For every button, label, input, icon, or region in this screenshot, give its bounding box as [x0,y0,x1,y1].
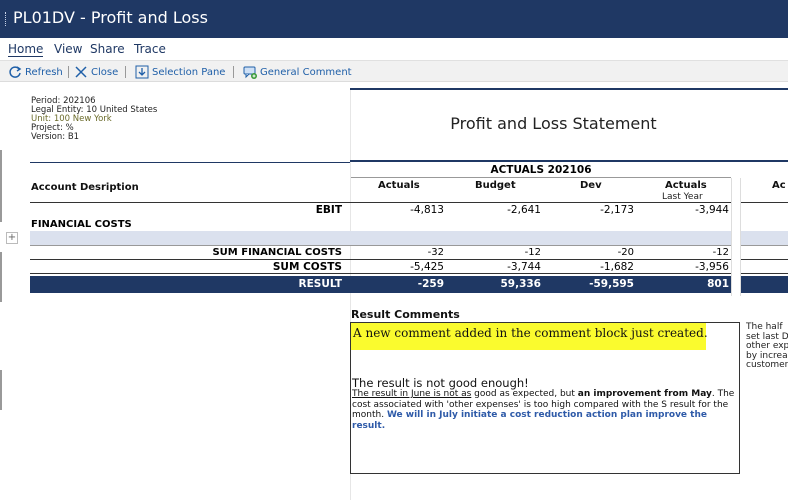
sfc-actuals[interactable]: -32 [360,247,444,258]
row-header: Account Desription [31,182,139,193]
group-header: ACTUALS 202106 [490,164,592,176]
col-actuals: Actuals [378,180,420,191]
toolbar: Refresh Close Selection Pane General Com… [0,60,788,82]
col-budget: Budget [475,180,516,191]
menu-share[interactable]: Share [90,42,125,56]
col-next: Ac [772,180,786,191]
result-last-year[interactable]: 801 [645,278,729,290]
comments-title: Result Comments [351,308,460,321]
col-actuals-last-year: Actuals [665,180,707,191]
ebit-last-year[interactable]: -3,944 [645,204,729,216]
comment-body: The result in June is not as good as exp… [352,389,738,431]
sfc-last-year[interactable]: -12 [645,247,729,258]
sfc-budget[interactable]: -12 [460,247,541,258]
result-dev[interactable]: -59,595 [556,278,634,290]
refresh-button[interactable]: Refresh [8,65,63,79]
general-comment-label: General Comment [260,66,352,78]
header-rule [30,162,350,163]
row-label-result: RESULT [298,278,342,290]
ebit-budget[interactable]: -2,641 [460,204,541,216]
comment-text-1: good as expected, but [471,389,578,399]
result-actuals[interactable]: -259 [360,278,444,290]
row-label-financial-costs: FINANCIAL COSTS [31,219,132,230]
refresh-icon [9,66,22,78]
highlighted-comment-text: A new comment added in the comment block… [353,326,708,340]
comment-headline: The result is not good enough! [352,376,529,390]
expand-icon[interactable]: + [6,232,18,244]
menu-home[interactable]: Home [8,42,44,57]
col-dev: Dev [580,180,602,191]
sc-dev[interactable]: -1,682 [556,261,634,273]
close-button[interactable]: Close [74,65,118,79]
sc-budget[interactable]: -3,744 [460,261,541,273]
menu-trace[interactable]: Trace [134,42,166,56]
row-label-sum-financial-costs: SUM FINANCIAL COSTS [212,247,342,258]
comment-bold: an improvement from May [577,389,712,399]
title-bar: PL01DV - Profit and Loss [0,0,788,38]
comment-icon [243,66,257,79]
row-rule [30,245,788,246]
result-budget[interactable]: 59,336 [460,278,541,290]
row-label-ebit: EBIT [315,204,342,216]
grip-icon [5,12,7,26]
report-context: Period: 202106 Legal Entity: 10 United S… [31,97,157,142]
column-gap [731,178,741,296]
comment-box[interactable]: A new comment added in the comment block… [350,322,740,474]
general-comment-button[interactable]: General Comment [243,65,352,79]
menu-view[interactable]: View [54,42,82,56]
row-rule [30,259,788,260]
left-edge [0,82,4,500]
report-title-rule [350,160,788,162]
report-top-rule [350,88,788,90]
toolbar-separator [68,66,69,78]
close-icon [75,66,87,78]
row-label-sum-costs: SUM COSTS [272,261,342,273]
comment-blue: We will in July initiate a cost reductio… [352,410,707,431]
window-title: PL01DV - Profit and Loss [13,8,208,27]
ebit-actuals[interactable]: -4,813 [360,204,444,216]
group-header-rule [351,177,731,178]
comment-underlined: The result in June is not as [352,389,472,399]
side-comment[interactable]: The half set last D other exp by increa … [746,322,788,371]
selection-pane-button[interactable]: Selection Pane [135,65,225,79]
report-title: Profit and Loss Statement [450,114,657,133]
toolbar-separator [125,66,126,78]
ebit-dev[interactable]: -2,173 [556,204,634,216]
sc-last-year[interactable]: -3,956 [645,261,729,273]
selection-pane-label: Selection Pane [152,66,226,78]
row-rule [30,273,788,274]
last-year-label: Last Year [662,192,703,202]
version-label: Version: B1 [31,132,80,142]
sfc-dev[interactable]: -20 [556,247,634,258]
toolbar-separator [233,66,234,78]
sc-actuals[interactable]: -5,425 [360,261,444,273]
expand-band [30,231,788,245]
selection-pane-icon [135,65,149,79]
header-separator [30,202,788,203]
refresh-label: Refresh [25,66,63,78]
close-label: Close [91,66,119,78]
